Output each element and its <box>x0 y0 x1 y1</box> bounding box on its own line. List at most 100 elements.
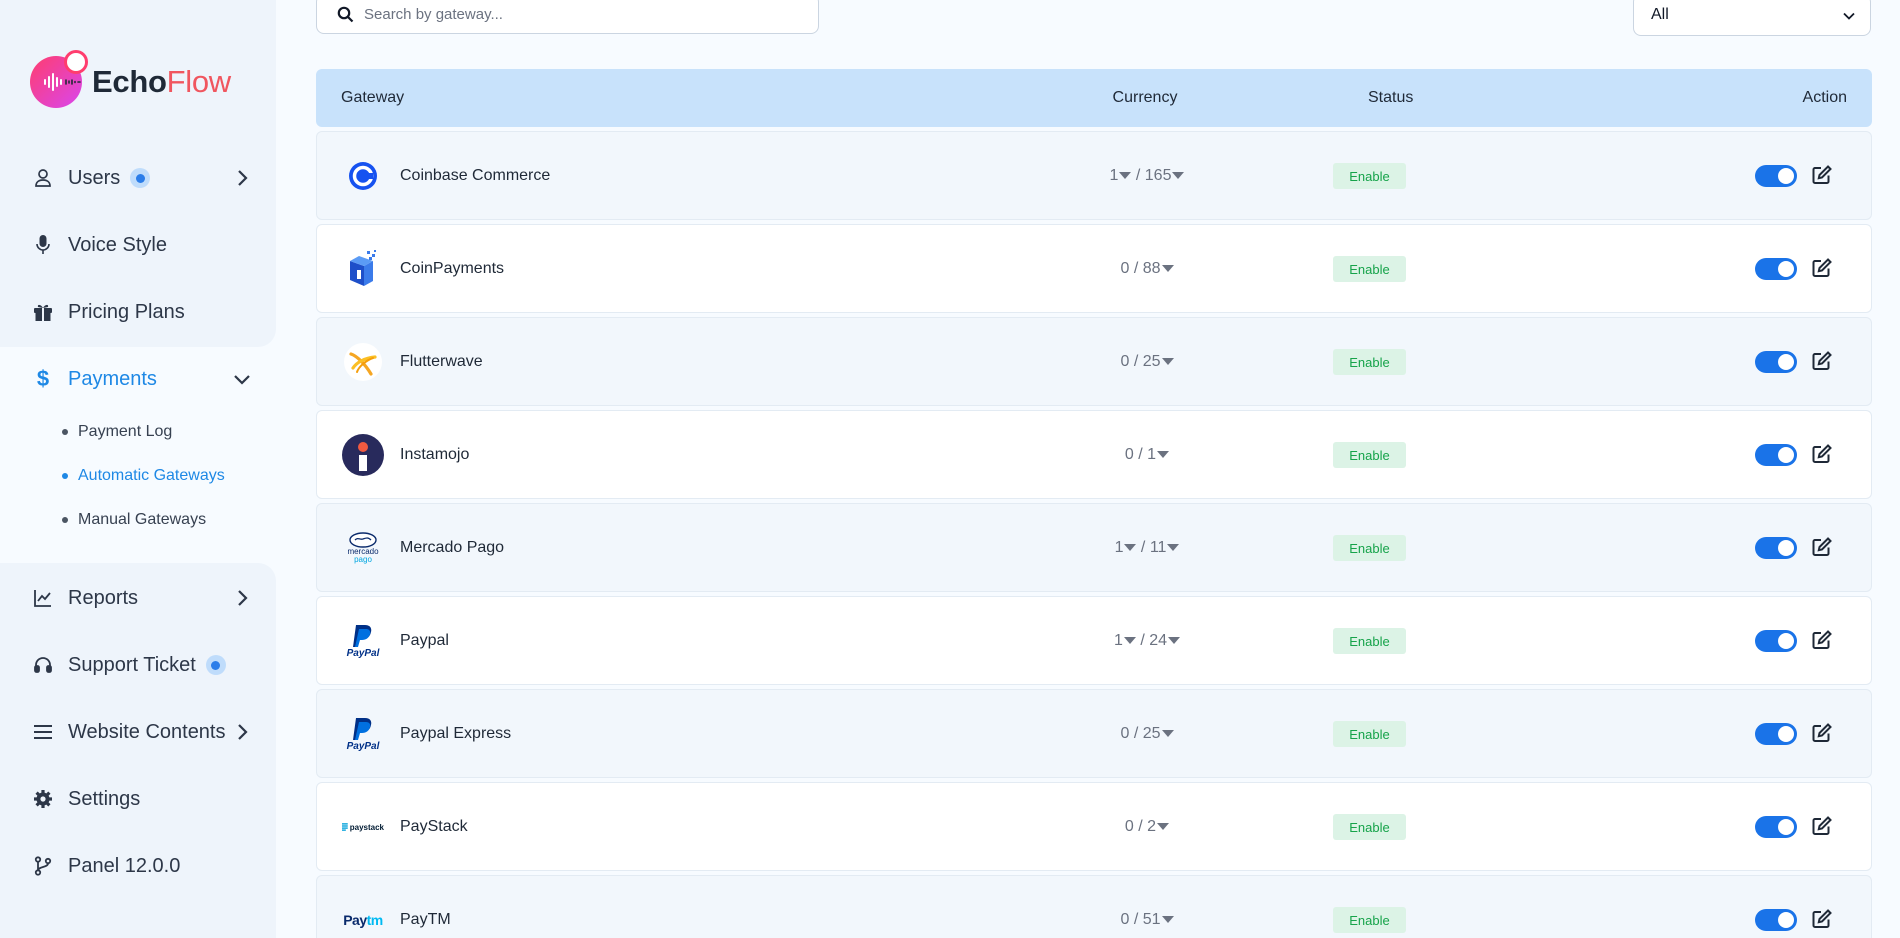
gift-icon <box>32 301 54 323</box>
enable-toggle[interactable] <box>1755 165 1797 187</box>
sidebar-item-label: Pricing Plans <box>68 300 185 323</box>
gateway-name: PayTM <box>400 911 451 928</box>
gear-icon <box>32 788 54 810</box>
sidebar-item-panel-version[interactable]: Panel 12.0.0 <box>32 846 252 886</box>
caret-down-icon <box>1157 823 1170 831</box>
caret-down-icon <box>1168 637 1181 645</box>
enable-toggle[interactable] <box>1755 258 1797 280</box>
currency-selected: 0 <box>1124 818 1134 835</box>
enable-toggle[interactable] <box>1755 630 1797 652</box>
microphone-icon <box>32 234 54 256</box>
currency-selected: 1 <box>1113 632 1123 649</box>
caret-down-icon <box>1119 172 1132 180</box>
currency-count[interactable]: 1 / 11 <box>1017 539 1277 557</box>
caret-down-icon <box>1124 544 1137 552</box>
table-row: paystack PayStack 0 / 2 Enable <box>316 782 1872 871</box>
sidebar-item-payments[interactable]: $ Payments <box>32 359 252 399</box>
status-badge: Enable <box>1333 628 1406 654</box>
status-filter-value: All <box>1651 6 1669 23</box>
sidebar-item-settings[interactable]: Settings <box>32 779 252 819</box>
edit-icon[interactable] <box>1811 629 1833 651</box>
chevron-right-icon <box>238 590 248 606</box>
mercadopago-label: pago <box>354 555 372 564</box>
sidebar-item-support-ticket[interactable]: Support Ticket <box>32 645 252 685</box>
sidebar-item-label: Settings <box>68 787 141 810</box>
status-badge: Enable <box>1333 349 1406 375</box>
git-branch-icon <box>32 855 54 877</box>
enable-toggle[interactable] <box>1755 909 1797 931</box>
paypal-wordmark: PayPal <box>346 648 380 659</box>
edit-icon[interactable] <box>1811 815 1833 837</box>
currency-selected: 0 <box>1120 260 1130 277</box>
chevron-down-icon <box>1843 12 1855 20</box>
enable-toggle[interactable] <box>1755 444 1797 466</box>
currency-total: 165 <box>1144 167 1172 184</box>
table-row: mercado pago Mercado Pago 1 / 11 Enable <box>316 503 1872 592</box>
currency-count[interactable]: 1 / 24 <box>1017 632 1277 650</box>
currency-count[interactable]: 0 / 25 <box>1017 353 1277 371</box>
sidebar-item-label: Support Ticket <box>68 653 196 676</box>
column-header-gateway: Gateway <box>341 89 405 106</box>
currency-count[interactable]: 1 / 165 <box>1017 167 1277 185</box>
status-badge: Enable <box>1333 535 1406 561</box>
logo-mark-icon <box>30 50 88 108</box>
enable-toggle[interactable] <box>1755 537 1797 559</box>
edit-icon[interactable] <box>1811 908 1833 930</box>
user-icon <box>32 167 54 189</box>
search-icon <box>337 6 354 22</box>
sidebar-item-pricing-plans[interactable]: Pricing Plans <box>32 292 252 332</box>
sidebar-item-label: Voice Style <box>68 233 167 256</box>
currency-count[interactable]: 0 / 1 <box>1017 446 1277 464</box>
search-box[interactable] <box>316 0 819 34</box>
sidebar-subitem-manual-gateways[interactable]: Manual Gateways <box>62 511 206 529</box>
paytm-icon: Pay tm <box>342 899 384 938</box>
currency-count[interactable]: 0 / 25 <box>1017 725 1277 743</box>
caret-down-icon <box>1161 730 1174 738</box>
line-chart-icon <box>32 587 54 609</box>
enable-toggle[interactable] <box>1755 816 1797 838</box>
currency-count[interactable]: 0 / 2 <box>1017 818 1277 836</box>
currency-count[interactable]: 0 / 88 <box>1017 260 1277 278</box>
sidebar-item-label: Panel 12.0.0 <box>68 854 181 877</box>
currency-total: 51 <box>1142 911 1161 928</box>
notification-dot-icon <box>205 655 226 675</box>
gateway-name: Flutterwave <box>400 353 483 370</box>
column-header-status: Status <box>1368 89 1414 106</box>
edit-icon[interactable] <box>1811 536 1833 558</box>
gateway-name: PayStack <box>400 818 468 835</box>
edit-icon[interactable] <box>1811 443 1833 465</box>
edit-icon[interactable] <box>1811 350 1833 372</box>
coinpayments-icon <box>342 248 384 290</box>
sidebar-item-users[interactable]: Users <box>32 158 252 198</box>
edit-icon[interactable] <box>1811 164 1833 186</box>
currency-count[interactable]: 0 / 51 <box>1017 911 1277 929</box>
enable-toggle[interactable] <box>1755 351 1797 373</box>
enable-toggle[interactable] <box>1755 723 1797 745</box>
caret-down-icon <box>1167 544 1180 552</box>
sidebar-item-voice-style[interactable]: Voice Style <box>32 225 252 265</box>
edit-icon[interactable] <box>1811 722 1833 744</box>
paypal-icon: PayPal <box>342 713 384 755</box>
chevron-right-icon <box>238 170 248 186</box>
sidebar-subitem-automatic-gateways[interactable]: Automatic Gateways <box>62 467 225 485</box>
table-row: Pay tm PayTM 0 / 51 Enable <box>316 875 1872 938</box>
edit-icon[interactable] <box>1811 257 1833 279</box>
sidebar-item-website-contents[interactable]: Website Contents <box>32 712 252 752</box>
gateway-name: CoinPayments <box>400 260 505 277</box>
chevron-down-icon <box>234 375 250 385</box>
currency-selected: 0 <box>1120 911 1130 928</box>
status-badge: Enable <box>1333 721 1406 747</box>
search-input[interactable] <box>364 5 784 23</box>
sidebar-subitem-payment-log[interactable]: Payment Log <box>62 423 172 441</box>
caret-down-icon <box>1161 358 1174 366</box>
status-filter-select[interactable]: All <box>1633 0 1871 36</box>
logo-text-flow: Flow <box>166 64 232 99</box>
sidebar-item-reports[interactable]: Reports <box>32 578 252 618</box>
sidebar: EchoFlow Users Voice Style Pricing Plans… <box>0 0 276 938</box>
app-logo[interactable]: EchoFlow <box>30 50 232 108</box>
currency-total: 24 <box>1149 632 1168 649</box>
paytm-wordmark-pay: Pay <box>343 912 367 928</box>
coinbase-icon <box>342 155 384 197</box>
column-header-action: Action <box>1802 89 1847 106</box>
currency-total: 25 <box>1142 353 1161 370</box>
